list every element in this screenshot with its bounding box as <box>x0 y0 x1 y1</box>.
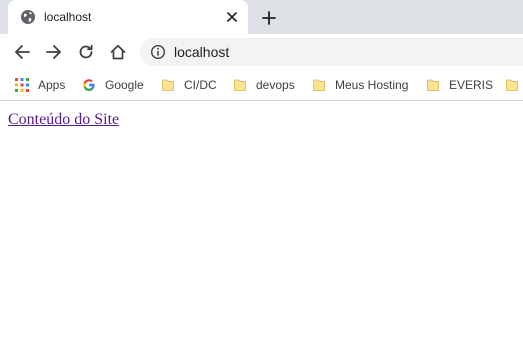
bookmarks-bar: Apps Google CI/DC devops Meus Hosting EV… <box>0 70 523 101</box>
forward-button[interactable] <box>43 41 65 63</box>
reload-button[interactable] <box>75 41 97 63</box>
tab-strip: localhost <box>0 0 523 34</box>
bookmark-folder-devops[interactable]: devops <box>233 76 295 94</box>
bookmark-google[interactable]: Google <box>82 76 144 94</box>
site-content-link[interactable]: Conteúdo do Site <box>8 111 119 129</box>
home-button[interactable] <box>107 41 129 63</box>
browser-window: localhost localhost Apps Google CI/DC de… <box>0 0 523 338</box>
page-content: Conteúdo do Site <box>0 102 523 338</box>
bookmark-label: devops <box>256 78 295 92</box>
bookmark-label: Google <box>105 78 144 92</box>
new-tab-button[interactable] <box>258 7 280 29</box>
bookmark-folder-meus-hosting[interactable]: Meus Hosting <box>312 76 408 94</box>
plus-icon <box>262 11 276 25</box>
address-bar[interactable]: localhost <box>140 38 523 66</box>
bookmark-label: Apps <box>38 78 66 92</box>
url-text[interactable]: localhost <box>174 44 229 60</box>
toolbar: localhost <box>0 34 523 70</box>
globe-icon <box>20 9 36 25</box>
bookmark-folder-everis[interactable]: EVERIS <box>426 76 493 94</box>
bookmark-folder-partial[interactable] <box>505 76 523 94</box>
folder-icon <box>313 79 325 91</box>
folder-icon <box>162 79 174 91</box>
folder-icon <box>506 79 518 91</box>
tab-title: localhost <box>44 10 92 24</box>
arrow-left-icon <box>15 45 30 59</box>
bookmark-label: Meus Hosting <box>335 78 409 92</box>
folder-icon <box>234 79 246 91</box>
tab-localhost[interactable]: localhost <box>8 0 248 34</box>
google-icon <box>83 79 95 91</box>
folder-icon <box>427 79 439 91</box>
bookmark-folder-cidc[interactable]: CI/DC <box>161 76 217 94</box>
bookmark-apps[interactable]: Apps <box>15 76 65 94</box>
back-button[interactable] <box>11 41 33 63</box>
close-icon[interactable] <box>224 9 240 25</box>
apps-grid-icon <box>15 78 29 92</box>
bookmark-label: EVERIS <box>449 78 494 92</box>
arrow-right-icon <box>46 45 61 59</box>
info-icon[interactable] <box>150 44 166 60</box>
home-icon <box>110 44 126 60</box>
bookmark-label: CI/DC <box>184 78 217 92</box>
reload-icon <box>79 44 93 59</box>
